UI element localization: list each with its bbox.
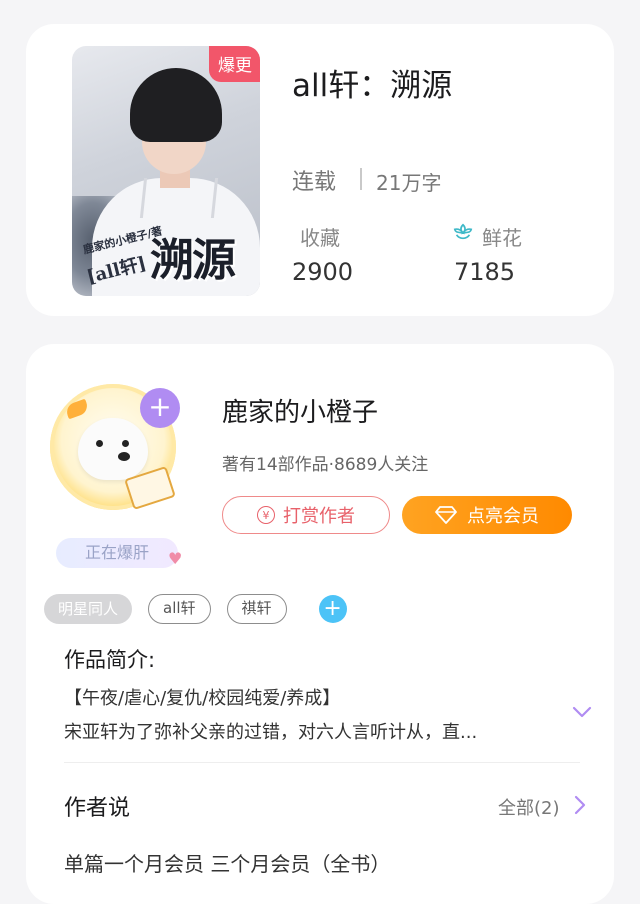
author-meta: 著有14部作品·8689人关注 [222,455,429,475]
book-title: all轩：溯源 [292,68,453,104]
section-divider [64,762,580,763]
intro-genre-line: 【午夜/虐心/复仇/校园纯爱/养成】 [64,688,341,709]
author-says-first-item: 单篇一个月会员 三个月会员（全书） [64,852,391,876]
vip-member-button[interactable]: 点亮会员 [402,496,572,534]
chevron-right-icon[interactable] [570,794,590,816]
dog-nose [118,452,130,461]
diamond-icon [435,506,457,524]
flower-icon [453,223,473,240]
flowers-count: 7185 [454,258,516,286]
author-name[interactable]: 鹿家的小橙子 [222,392,378,429]
serial-status: 连载 [292,170,337,195]
status-divider [360,168,362,190]
avatar-dog-image [78,418,148,480]
author-says-heading: 作者说 [64,796,131,821]
book-info-card: 鹿家的小橙子/著 [all轩] 溯源 爆更 all轩：溯源 连载 21万字 收藏… [26,24,614,316]
book-cover[interactable]: 鹿家的小橙子/著 [all轩] 溯源 爆更 [72,46,260,296]
cover-title-text: 溯源 [150,235,236,286]
add-tag-button[interactable]: + [318,595,347,623]
tag-item[interactable]: all轩 [148,594,211,624]
tag-item[interactable]: 祺轩 [226,594,287,624]
favorites-label: 收藏 [300,226,340,250]
intro-summary: 宋亚轩为了弥补父亲的过错，对六人言听计从，直... [64,722,478,743]
word-count: 21万字 [376,171,442,195]
tip-author-label: 打赏作者 [283,506,355,527]
chevron-down-icon[interactable] [570,700,594,724]
dog-eye-left [96,440,103,447]
flowers-label: 鲜花 [482,226,522,250]
favorites-count: 2900 [292,258,354,286]
follow-plus-button[interactable]: + [140,388,180,428]
intro-heading: 作品简介: [64,648,156,672]
yen-icon: ¥ [257,506,275,524]
genre-tags: 明星同人 all轩 祺轩 + [44,594,347,624]
vip-member-label: 点亮会员 [467,506,539,527]
heart-icon: ♥ [168,549,183,568]
cover-figure-hair [130,68,222,142]
update-badge: 爆更 [209,46,260,82]
author-says-all-link[interactable]: 全部(2) [498,794,560,820]
author-card: + 正在爆肝 ♥ 鹿家的小橙子 著有14部作品·8689人关注 ¥ 打赏作者 点… [26,344,614,904]
tip-author-button[interactable]: ¥ 打赏作者 [222,496,390,534]
tag-item[interactable]: 明星同人 [44,594,133,624]
live-status-tag: 正在爆肝 [56,538,178,568]
dog-eye-right [122,440,129,447]
